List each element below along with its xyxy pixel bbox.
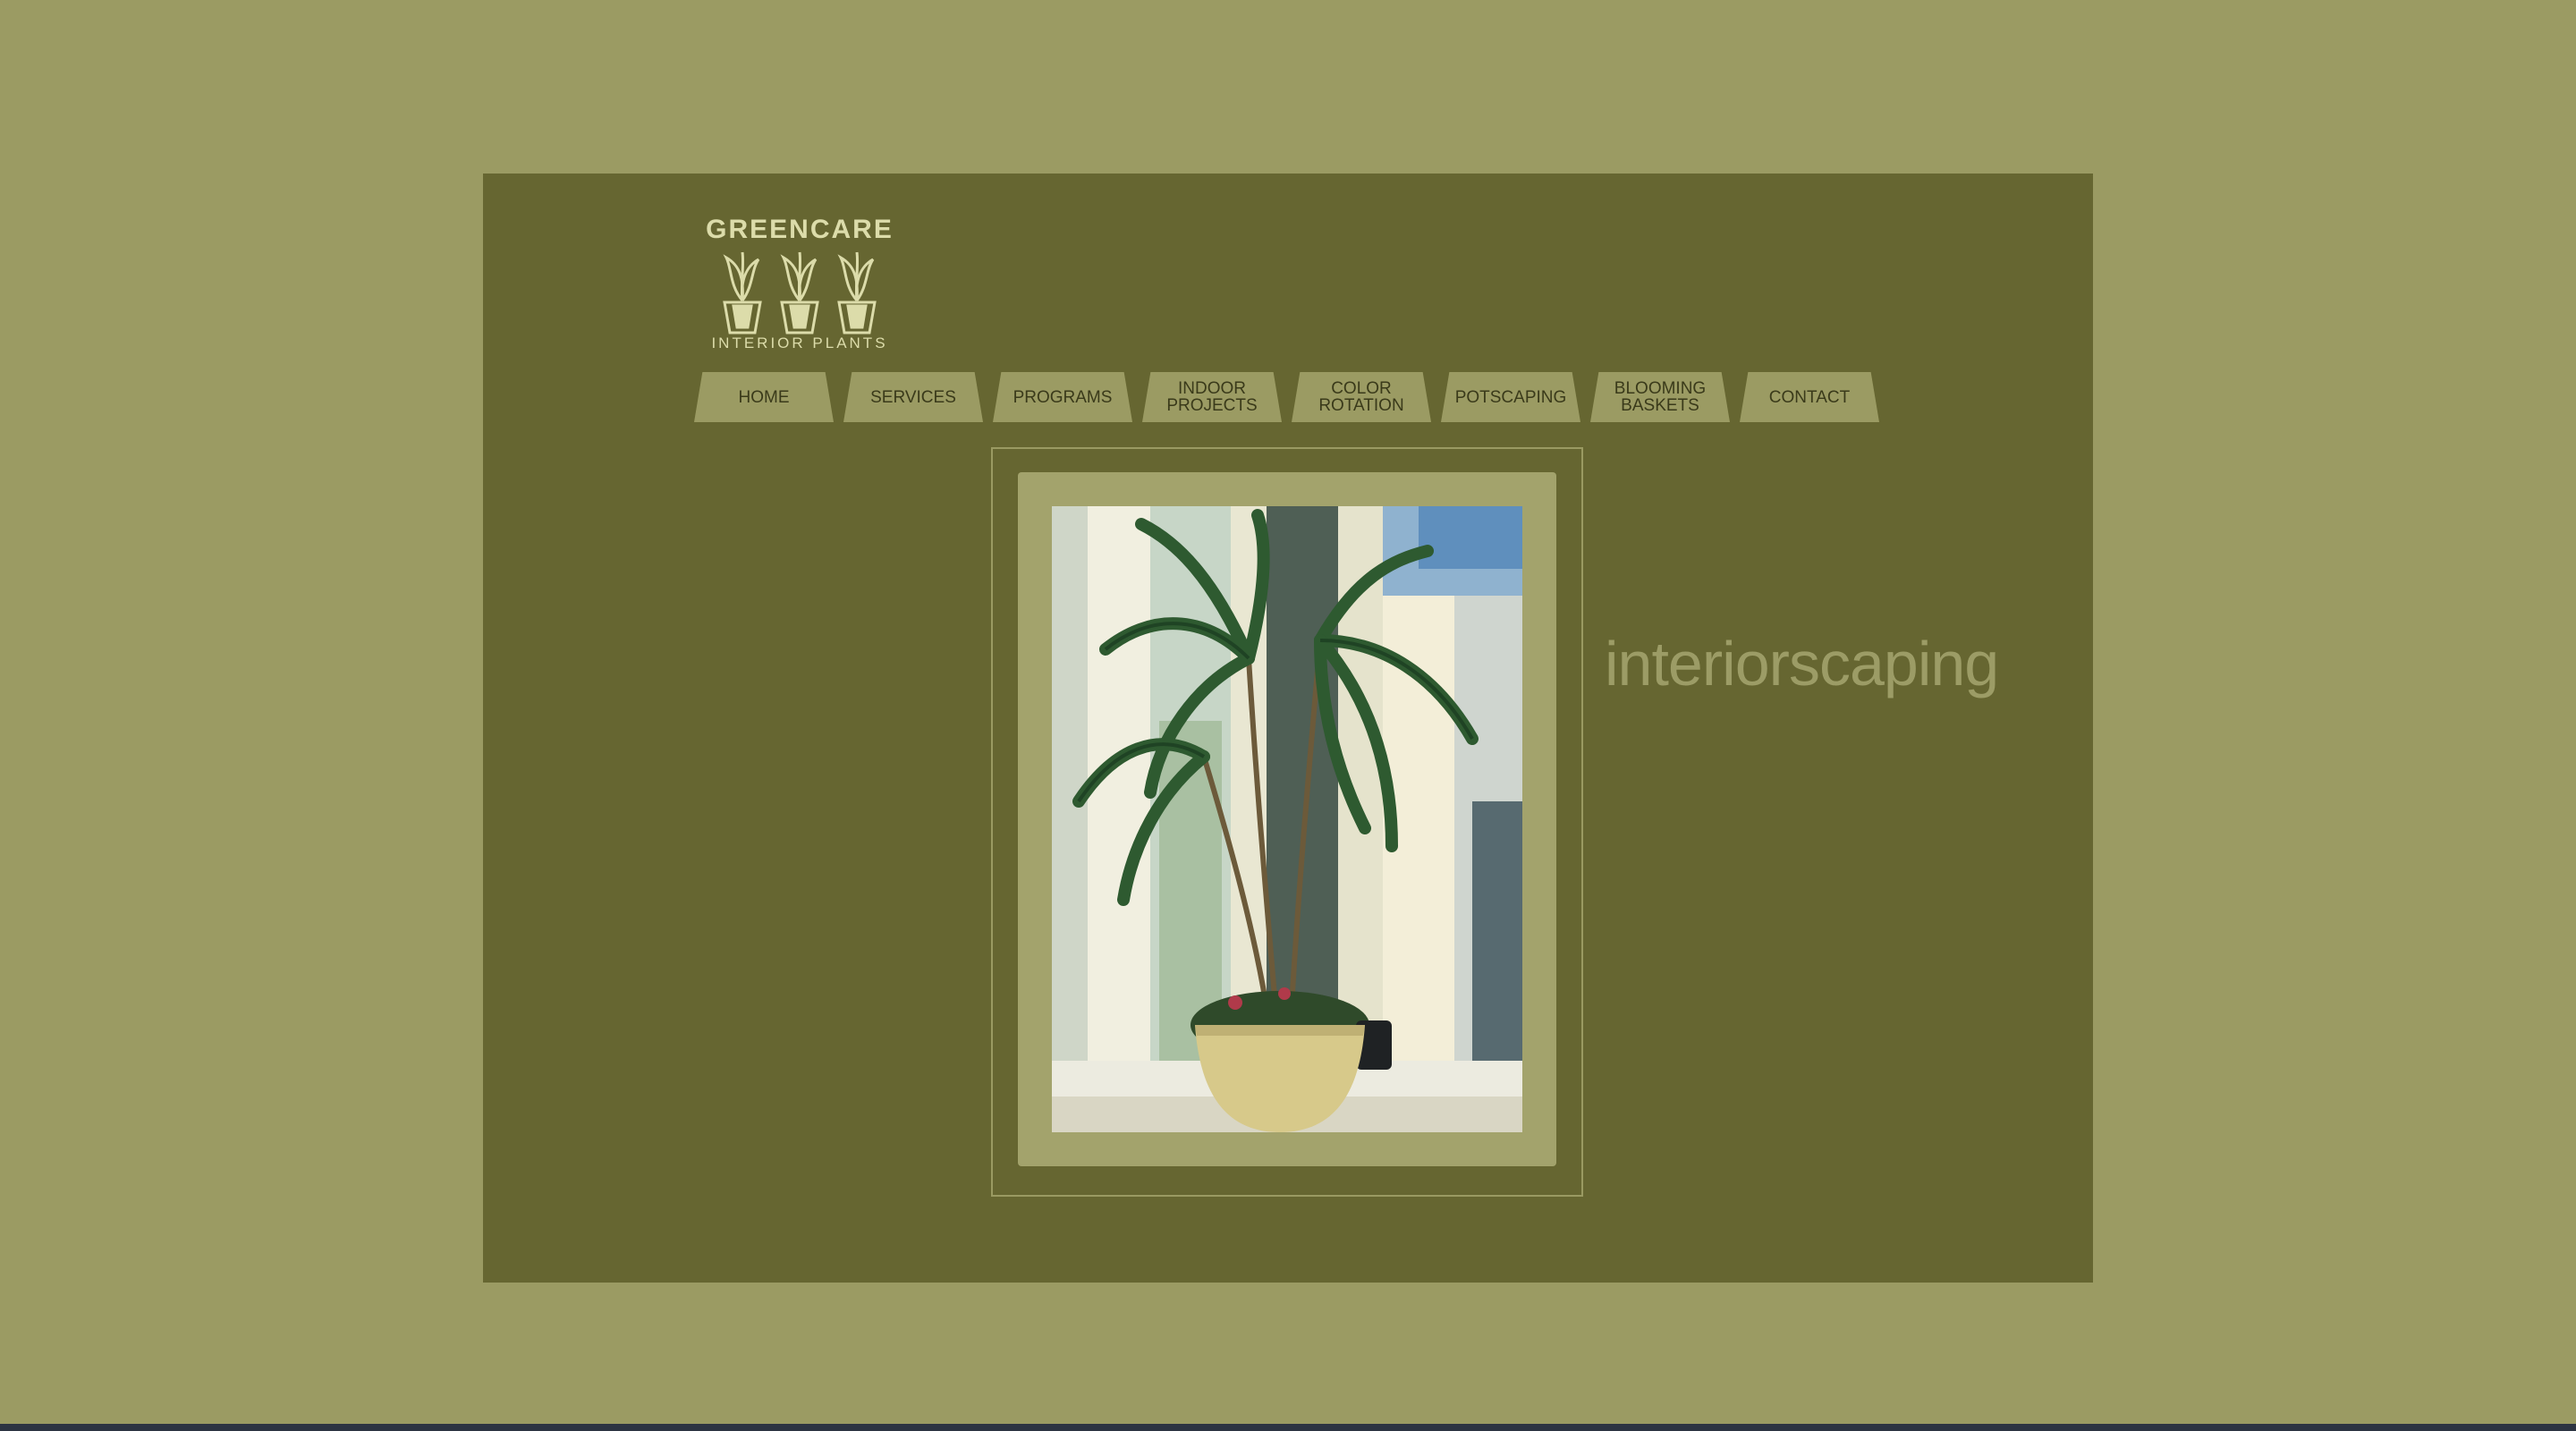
potted-plants-icon xyxy=(723,251,877,334)
nav-tab-contact[interactable]: CONTACT xyxy=(1740,372,1879,422)
nav-tab-label: ROTATION xyxy=(1318,396,1404,415)
nav-tab-label: COLOR xyxy=(1331,379,1392,398)
nav-tab-label: INDOOR xyxy=(1177,379,1246,398)
nav-tab-blooming-baskets[interactable]: BLOOMING BASKETS xyxy=(1590,372,1730,422)
nav-tab-programs[interactable]: PROGRAMS xyxy=(993,372,1132,422)
nav-tab-label: PROJECTS xyxy=(1166,396,1258,415)
greencare-logo[interactable]: GREENCARE INTERIOR PLANTS xyxy=(701,215,898,358)
palm-lobby-image xyxy=(1052,506,1522,1132)
nav-tab-label: SERVICES xyxy=(870,387,956,407)
nav-tab-label: PROGRAMS xyxy=(1013,387,1113,407)
nav-tab-color-rotation[interactable]: COLOR ROTATION xyxy=(1292,372,1431,422)
site-panel: GREENCARE INTERIOR PLANTS HOME SERVICES … xyxy=(483,174,2093,1283)
nav-tab-label: BASKETS xyxy=(1621,396,1699,415)
logo-title: GREENCARE xyxy=(706,215,894,244)
hero-photo xyxy=(1052,506,1522,1132)
logo-subtitle: INTERIOR PLANTS xyxy=(711,334,888,351)
nav-tab-label: CONTACT xyxy=(1768,387,1851,407)
nav-tab-home[interactable]: HOME xyxy=(694,372,834,422)
window-bottom-edge xyxy=(0,1424,2576,1431)
nav-tab-indoor-projects[interactable]: INDOOR PROJECTS xyxy=(1142,372,1282,422)
tagline: interiorscaping xyxy=(1605,629,1999,699)
nav-tab-label: POTSCAPING xyxy=(1454,387,1567,407)
nav-tab-potscaping[interactable]: POTSCAPING xyxy=(1441,372,1580,422)
nav-tab-services[interactable]: SERVICES xyxy=(843,372,983,422)
nav-tab-label: BLOOMING xyxy=(1614,379,1707,398)
nav-tab-label: HOME xyxy=(738,387,790,407)
